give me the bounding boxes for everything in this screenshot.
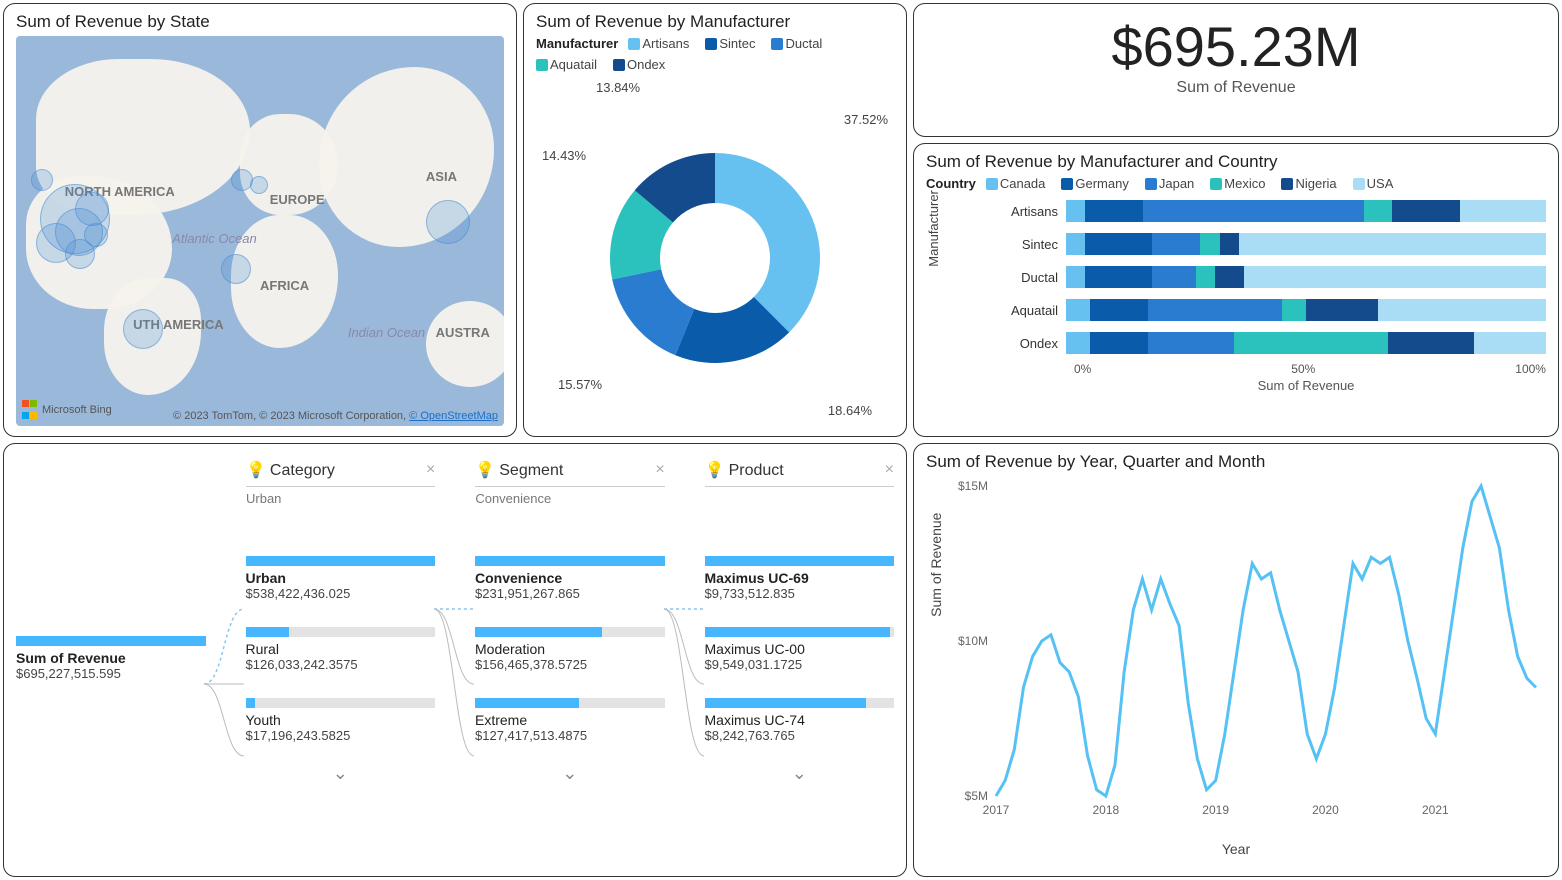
label-eu: EUROPE (270, 192, 325, 207)
donut-label-0: 37.52% (844, 112, 888, 127)
svg-text:2019: 2019 (1202, 803, 1229, 817)
kpi-label: Sum of Revenue (926, 79, 1546, 97)
label-as: ASIA (426, 169, 457, 184)
decomp-node[interactable]: Convenience $231,951,267.865 (475, 556, 665, 601)
donut-label-2: 15.57% (558, 377, 602, 392)
label-io: Indian Ocean (348, 325, 425, 340)
lightbulb-icon: 💡 (475, 462, 495, 479)
decomp-node[interactable]: Moderation $156,465,378.5725 (475, 627, 665, 672)
chevron-down-icon[interactable]: ⌄ (475, 763, 665, 784)
svg-text:$5M: $5M (965, 789, 988, 803)
stacked-bar-title: Sum of Revenue by Manufacturer and Count… (926, 152, 1546, 172)
decomp-header-product[interactable]: 💡Product× (705, 460, 894, 506)
line-xaxis-label: Year (926, 841, 1546, 857)
decomp-node[interactable]: Maximus UC-69 $9,733,512.835 (705, 556, 895, 601)
decomp-header-segment[interactable]: 💡Segment× Convenience (475, 460, 664, 506)
map-visual[interactable]: NORTH AMERICA UTH AMERICA EUROPE AFRICA … (16, 36, 504, 426)
stacked-bar-yaxis: Manufacturer (926, 190, 941, 267)
decomposition-tile[interactable]: 💡Category× Urban 💡Segment× Convenience 💡… (3, 443, 907, 877)
decomp-node[interactable]: Rural $126,033,242.3575 (246, 627, 436, 672)
kpi-value: $695.23M (926, 14, 1546, 79)
decomp-header-category[interactable]: 💡Category× Urban (246, 460, 435, 506)
close-icon[interactable]: × (655, 461, 664, 479)
osm-link[interactable]: © OpenStreetMap (409, 410, 498, 422)
chevron-down-icon[interactable]: ⌄ (705, 763, 895, 784)
donut-label-1: 18.64% (828, 403, 872, 418)
kpi-tile[interactable]: $695.23M Sum of Revenue (913, 3, 1559, 137)
line-chart-title: Sum of Revenue by Year, Quarter and Mont… (926, 452, 1546, 472)
donut-tile[interactable]: Sum of Revenue by Manufacturer Manufactu… (523, 3, 907, 437)
lightbulb-icon: 💡 (246, 462, 266, 479)
line-chart[interactable]: Sum of Revenue $15M $10M $5M2017 2018 2019 20… (926, 476, 1546, 862)
decomp-node[interactable]: Youth $17,196,243.5825 (246, 698, 436, 743)
label-au: AUSTRA (436, 325, 490, 340)
decomp-node[interactable]: Maximus UC-00 $9,549,031.1725 (705, 627, 895, 672)
svg-text:2017: 2017 (983, 803, 1010, 817)
bar-row-sintec[interactable]: Sintec (1006, 230, 1546, 258)
donut-title: Sum of Revenue by Manufacturer (536, 12, 894, 32)
donut-label-4: 13.84% (596, 80, 640, 95)
label-ao: Atlantic Ocean (172, 231, 257, 246)
decomp-root[interactable]: Sum of Revenue $695,227,515.595 (16, 636, 206, 681)
stacked-bar-xaxis-label: Sum of Revenue (1006, 378, 1546, 393)
svg-text:$10M: $10M (958, 634, 988, 648)
label-af: AFRICA (260, 278, 309, 293)
close-icon[interactable]: × (426, 461, 435, 479)
close-icon[interactable]: × (885, 461, 894, 479)
stacked-bar-chart[interactable]: Manufacturer Artisans Sintec Ductal Aqua… (926, 197, 1546, 413)
svg-text:2018: 2018 (1092, 803, 1119, 817)
line-chart-tile[interactable]: Sum of Revenue by Year, Quarter and Mont… (913, 443, 1559, 877)
map-attribution-left: Microsoft Bing (22, 398, 112, 422)
bar-row-ondex[interactable]: Ondex (1006, 329, 1546, 357)
donut-label-3: 14.43% (542, 148, 586, 163)
decomp-node[interactable]: Extreme $127,417,513.4875 (475, 698, 665, 743)
map-title: Sum of Revenue by State (16, 12, 504, 32)
bar-row-ductal[interactable]: Ductal (1006, 263, 1546, 291)
map-tile[interactable]: Sum of Revenue by State NORTH AMERICA UT… (3, 3, 517, 437)
bar-row-artisans[interactable]: Artisans (1006, 197, 1546, 225)
svg-text:$15M: $15M (958, 479, 988, 493)
donut-chart[interactable]: 37.52% 18.64% 15.57% 14.43% 13.84% (536, 78, 894, 437)
bar-row-aquatail[interactable]: Aquatail (1006, 296, 1546, 324)
chevron-down-icon[interactable]: ⌄ (246, 763, 436, 784)
svg-text:2021: 2021 (1422, 803, 1449, 817)
map-attribution-right: © 2023 TomTom, © 2023 Microsoft Corporat… (173, 410, 498, 422)
stacked-bar-tile[interactable]: Sum of Revenue by Manufacturer and Count… (913, 143, 1559, 437)
decomp-node[interactable]: Urban $538,422,436.025 (246, 556, 436, 601)
stacked-bar-legend: Country Canada Germany Japan Mexico Nige… (926, 176, 1546, 191)
svg-text:2020: 2020 (1312, 803, 1339, 817)
microsoft-logo-icon (22, 398, 38, 422)
stacked-bar-xaxis-ticks: 0%50%100% (1006, 362, 1546, 376)
lightbulb-icon: 💡 (705, 462, 725, 479)
line-yaxis-label: Sum of Revenue (928, 513, 944, 617)
donut-legend: Manufacturer Artisans Sintec Ductal Aqua… (536, 36, 894, 72)
decomp-node[interactable]: Maximus UC-74 $8,242,763.765 (705, 698, 895, 743)
